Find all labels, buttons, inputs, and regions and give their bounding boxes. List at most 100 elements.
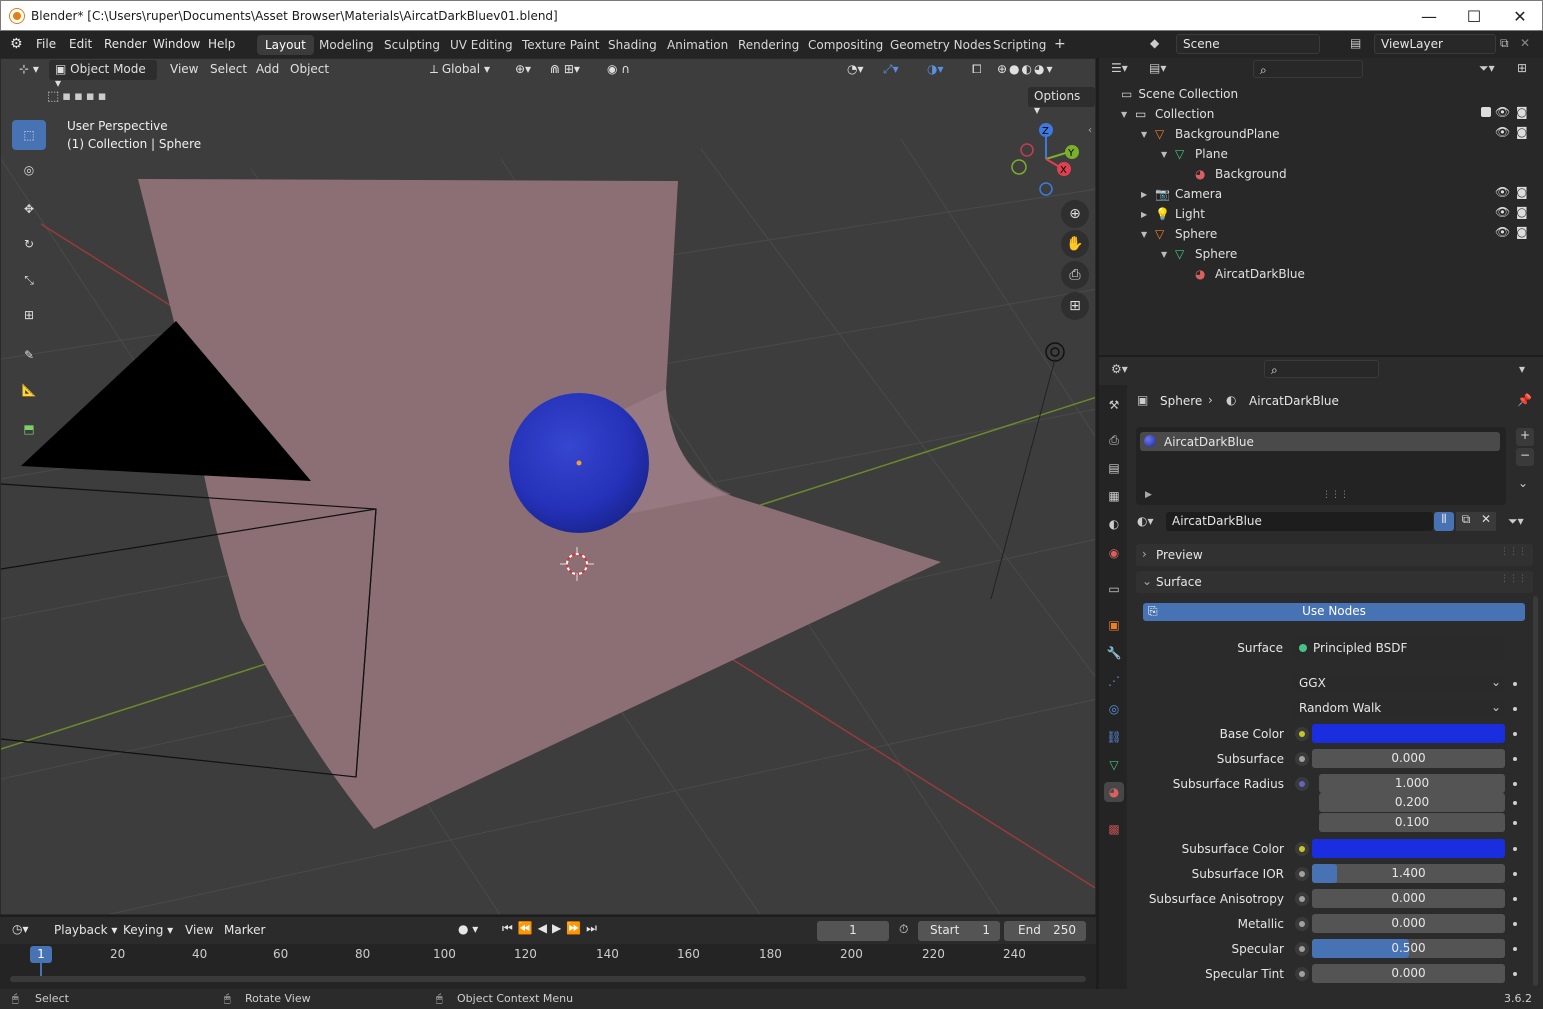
decorator-dot[interactable] <box>1513 732 1517 736</box>
decorator-dot[interactable] <box>1513 801 1517 805</box>
new-collection-icon[interactable]: ⊞ <box>1517 61 1527 75</box>
pan-hand-icon[interactable]: ✋ <box>1061 230 1089 258</box>
add-menu[interactable]: Add <box>250 60 285 80</box>
view-layer-selector[interactable]: ViewLayer <box>1374 34 1496 54</box>
remove-slot-button[interactable]: − <box>1516 448 1534 466</box>
tab-uv-editing[interactable]: UV Editing <box>442 35 521 55</box>
measure-tool-icon[interactable]: 📐 <box>12 375 46 405</box>
rotate-tool-icon[interactable]: ↻ <box>12 229 46 259</box>
start-frame-field[interactable]: Start 1 <box>918 921 1000 941</box>
outliner-row[interactable]: ▼ ▽ Sphere <box>1141 224 1217 244</box>
overlays-toggle-icon[interactable]: ◑▾ <box>921 60 950 80</box>
select-box-icon[interactable]: ⬚ <box>12 120 46 150</box>
minimize-button[interactable]: — <box>1406 1 1452 31</box>
use-nodes-button[interactable]: ⎘ Use Nodes <box>1143 603 1525 621</box>
end-frame-field[interactable]: End 250 <box>1004 921 1086 941</box>
input-socket-icon[interactable] <box>1295 942 1309 956</box>
snap-icon[interactable]: ⋒ ⊞▾ <box>544 60 586 80</box>
menu-render[interactable]: Render <box>104 37 147 51</box>
input-socket-icon[interactable] <box>1295 867 1309 881</box>
fake-user-icon[interactable]: ⦀ <box>1434 512 1454 531</box>
color-swatch[interactable] <box>1312 724 1505 743</box>
properties-scrollbar[interactable] <box>1533 596 1538 986</box>
properties-editor-type-icon[interactable]: ⚙▾ <box>1111 362 1128 376</box>
xray-toggle-icon[interactable]: ⧠ <box>966 60 988 80</box>
object-tab-icon[interactable]: ▣ <box>1104 615 1124 635</box>
proportional-edit-icon[interactable]: ◉ ∩ <box>601 60 636 80</box>
unlink-material-icon[interactable]: ✕ <box>1476 512 1496 531</box>
menu-window[interactable]: Window <box>153 37 200 51</box>
color-swatch[interactable] <box>1312 839 1505 858</box>
decorator-dot[interactable] <box>1513 872 1517 876</box>
view-layer-tab-icon[interactable]: ▦ <box>1104 486 1124 506</box>
tab-geometry-nodes[interactable]: Geometry Nodes <box>882 35 999 55</box>
keying-menu[interactable]: Keying ▾ <box>123 923 173 937</box>
pin-icon[interactable]: 📌 <box>1517 393 1532 407</box>
pivot-point-icon[interactable]: ⊕▾ <box>509 60 537 80</box>
playback-controls[interactable]: ⏮⏪◀▶⏩⏭ <box>502 921 602 936</box>
expand-down-icon[interactable]: ▼ <box>1141 130 1155 139</box>
decorator-dot[interactable] <box>1513 972 1517 976</box>
data-tab-icon[interactable]: ▽ <box>1104 755 1124 775</box>
number-field[interactable]: 0.000 <box>1312 964 1505 983</box>
outliner-editor-type-icon[interactable]: ☰▾ <box>1111 61 1128 75</box>
constraints-tab-icon[interactable]: ⛓ <box>1104 727 1124 747</box>
number-field[interactable]: 1.000 <box>1319 774 1505 793</box>
3d-viewport[interactable]: Z Y X ⊹ ▾ ▣ Object Mode ▾ View Select Ad… <box>0 58 1096 915</box>
input-socket-icon[interactable] <box>1295 842 1309 856</box>
outliner-search-input[interactable]: ⌕ <box>1253 60 1363 78</box>
subsurface-method-dropdown[interactable]: Random Walk ⌄ <box>1293 699 1505 718</box>
decorator-dot[interactable] <box>1513 922 1517 926</box>
input-socket-icon[interactable] <box>1295 917 1309 931</box>
camera-view-icon[interactable]: ⎙ <box>1061 261 1089 289</box>
scale-tool-icon[interactable]: ⤡ <box>12 265 46 295</box>
tab-sculpting[interactable]: Sculpting <box>376 35 448 55</box>
expand-down-icon[interactable]: ▼ <box>1141 230 1155 239</box>
modifier-tab-icon[interactable]: 🔧 <box>1104 643 1124 663</box>
expand-down-icon[interactable]: ▼ <box>1161 250 1175 259</box>
outliner-row[interactable]: ◕ AircatDarkBlue <box>1181 264 1305 284</box>
close-button[interactable]: ✕ <box>1497 1 1543 31</box>
outliner-row[interactable]: ▼ ▽ Plane <box>1161 144 1228 164</box>
transform-tool-icon[interactable]: ⊞ <box>12 300 46 330</box>
display-mode-icon[interactable]: ▤▾ <box>1149 61 1166 75</box>
input-socket-icon[interactable] <box>1295 967 1309 981</box>
duplicate-material-icon[interactable]: ⧉ <box>1456 512 1476 531</box>
collection-tab-icon[interactable]: ▭ <box>1104 579 1124 599</box>
decorator-dot[interactable] <box>1513 782 1517 786</box>
render-tab-icon[interactable]: ⎙ <box>1104 430 1124 450</box>
output-tab-icon[interactable]: ▤ <box>1104 458 1124 478</box>
menu-file[interactable]: File <box>36 37 56 51</box>
mode-selector[interactable]: ▣ Object Mode ▾ <box>49 60 157 90</box>
ortho-grid-icon[interactable]: ⊞ <box>1061 292 1089 320</box>
view-menu[interactable]: View <box>164 60 204 80</box>
number-field[interactable]: 0.000 <box>1312 749 1505 768</box>
input-socket-icon[interactable] <box>1295 727 1309 741</box>
expand-down-icon[interactable]: ▼ <box>1121 110 1135 119</box>
timeline-ruler[interactable]: 1 20 40 60 80 100 120 140 160 180 200 22… <box>0 944 1096 989</box>
input-socket-icon[interactable] <box>1295 892 1309 906</box>
physics-tab-icon[interactable]: ◎ <box>1104 699 1124 719</box>
move-tool-icon[interactable]: ✥ <box>12 194 46 224</box>
maximize-button[interactable]: ☐ <box>1451 1 1497 31</box>
select-menu[interactable]: Select <box>204 60 253 80</box>
material-tab-icon[interactable]: ◕ <box>1104 782 1124 802</box>
gizmo-toggle-icon[interactable]: ⤢▾ <box>877 60 905 80</box>
light-gizmo[interactable] <box>990 342 1065 600</box>
outliner-row[interactable]: ▼ ▽ BackgroundPlane <box>1141 124 1280 144</box>
filter-icon[interactable]: ⏷▾ <box>1479 61 1495 76</box>
add-slot-button[interactable]: + <box>1516 428 1534 446</box>
outliner-row[interactable]: ◕ Background <box>1181 164 1287 184</box>
number-field[interactable]: 0.000 <box>1312 889 1505 908</box>
tab-shading[interactable]: Shading <box>600 35 665 55</box>
outliner-scene-collection[interactable]: ▭ Scene Collection <box>1121 84 1238 104</box>
scene-tab-icon[interactable]: ◐ <box>1104 514 1124 534</box>
current-frame-field[interactable]: 1 <box>817 921 889 941</box>
remove-view-layer-icon[interactable]: ✕ <box>1520 36 1530 50</box>
tab-modeling[interactable]: Modeling <box>311 35 382 55</box>
timeline-editor-type-icon[interactable]: ◷▾ <box>12 922 29 936</box>
view-layer-icon[interactable]: ▤ <box>1350 36 1361 50</box>
browse-material-icon[interactable]: ◐▾ <box>1137 514 1154 528</box>
decorator-dot[interactable] <box>1513 897 1517 901</box>
input-socket-icon[interactable] <box>1295 752 1309 766</box>
